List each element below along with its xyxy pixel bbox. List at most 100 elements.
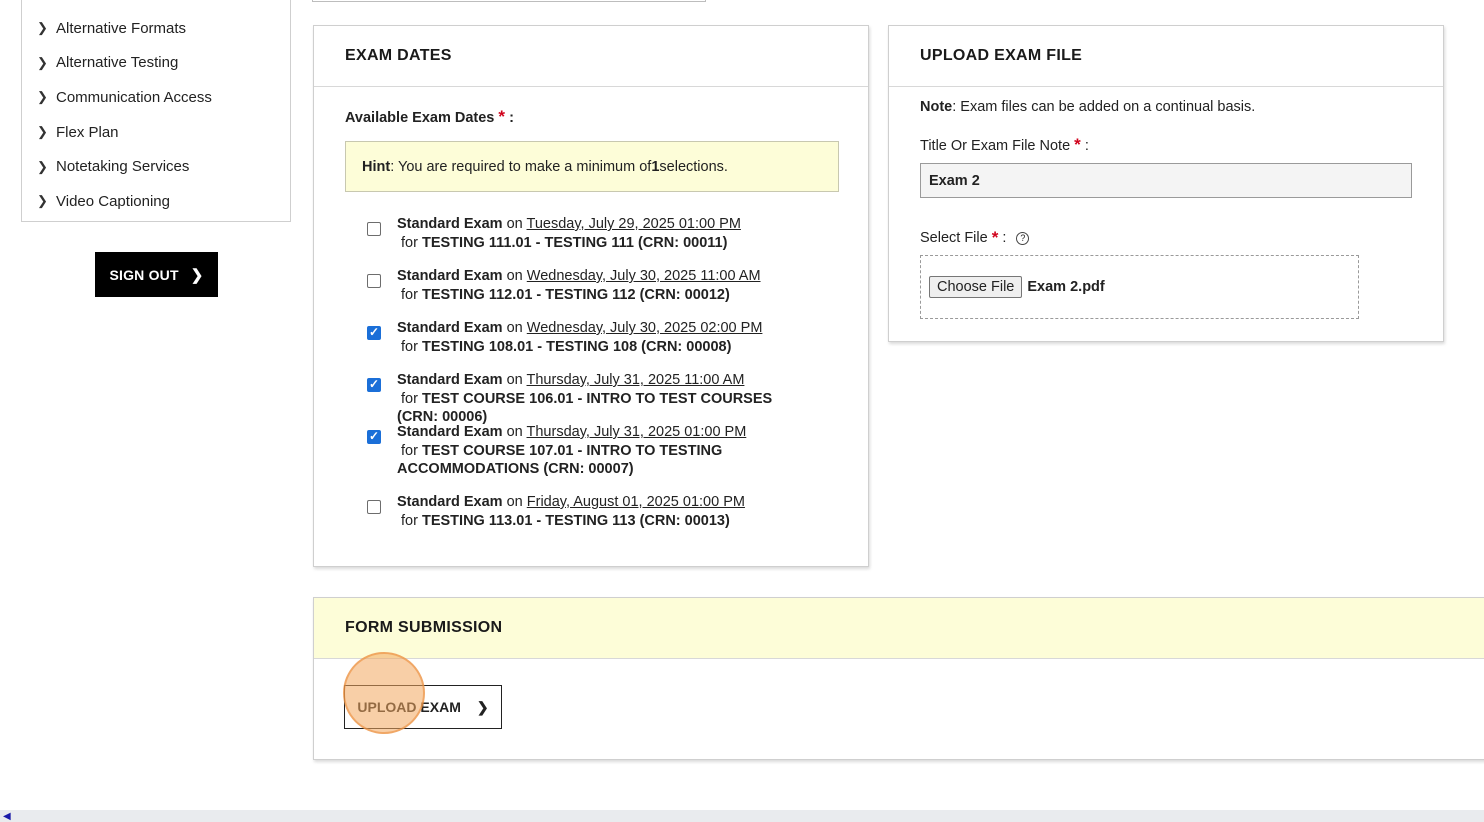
sidebar-item-notetaking-services[interactable]: ❯ Notetaking Services (22, 149, 290, 184)
title-field-label: Title Or Exam File Note * : (920, 135, 1089, 155)
exam-date-link[interactable]: Friday, August 01, 2025 01:00 PM (527, 494, 745, 510)
chevron-right-icon: ❯ (190, 266, 204, 284)
sidebar-item-label: Notetaking Services (56, 158, 190, 176)
exam-course: TESTING 113.01 - TESTING 113 (CRN: 00013… (421, 512, 730, 529)
chevron-right-icon: ❯ (37, 124, 48, 140)
exam-on-text: on (502, 320, 527, 336)
upload-exam-file-title: UPLOAD EXAM FILE (920, 47, 1083, 64)
chevron-right-icon: ❯ (37, 20, 48, 36)
exam-date-checkbox[interactable] (367, 222, 381, 236)
exam-course: TEST COURSE 106.01 - INTRO TO TEST COURS… (397, 390, 773, 426)
exam-date-option[interactable]: Standard Exam on Wednesday, July 30, 202… (367, 267, 797, 304)
exam-on-text: on (502, 372, 527, 388)
sidebar-item-alternative-testing[interactable]: ❯ Alternative Testing (22, 46, 290, 81)
exam-date-option[interactable]: Standard Exam on Tuesday, July 29, 2025 … (367, 215, 797, 252)
required-mark: * (1074, 135, 1081, 154)
choose-file-button[interactable]: Choose File (929, 276, 1023, 298)
sidebar-item-label: Flex Plan (56, 123, 119, 141)
exam-date-link[interactable]: Wednesday, July 30, 2025 11:00 AM (527, 268, 761, 284)
label-colon: : (1002, 230, 1007, 246)
available-exam-dates-text: Available Exam Dates (345, 110, 495, 126)
exam-date-description: Standard Exam on Friday, August 01, 2025… (397, 493, 797, 530)
hint-suffix: selections. (659, 158, 728, 175)
exam-date-checkbox[interactable] (367, 377, 381, 392)
required-mark: * (498, 107, 506, 126)
label-colon: : (1084, 138, 1089, 154)
sign-out-button[interactable]: SIGN OUT ❯ (95, 252, 218, 297)
chevron-right-icon: ❯ (37, 89, 48, 105)
exam-on-text: on (502, 494, 527, 510)
exam-date-option[interactable]: Standard Exam on Thursday, July 31, 2025… (367, 371, 797, 427)
chevron-right-icon: ❯ (37, 158, 48, 174)
sidebar-item-video-captioning[interactable]: ❯ Video Captioning (22, 184, 290, 219)
exam-for-text: for (397, 286, 422, 303)
file-drop-zone[interactable]: Choose File Exam 2.pdf (920, 255, 1359, 319)
exam-date-checkbox[interactable] (367, 274, 381, 288)
exam-date-checkbox[interactable] (367, 500, 381, 514)
exam-type: Standard Exam (397, 216, 503, 232)
sidebar-item-label: Alternative Formats (56, 19, 187, 37)
sidebar-item-label: Communication Access (56, 88, 212, 106)
help-icon[interactable]: ? (1016, 231, 1030, 245)
selected-file-name: Exam 2.pdf (1027, 279, 1105, 295)
exam-on-text: on (502, 424, 527, 440)
exam-date-description: Standard Exam on Wednesday, July 30, 202… (397, 319, 797, 356)
exam-type: Standard Exam (397, 320, 503, 336)
exam-course: TESTING 112.01 - TESTING 112 (CRN: 00012… (421, 286, 730, 303)
scroll-left-arrow-icon[interactable]: ◀ (3, 811, 11, 822)
exam-on-text: on (502, 216, 527, 232)
exam-on-text: on (502, 268, 527, 284)
required-mark: * (991, 228, 999, 247)
exam-date-option[interactable]: Standard Exam on Thursday, July 31, 2025… (367, 423, 797, 479)
exam-date-checkbox[interactable] (367, 325, 381, 340)
exam-date-link[interactable]: Wednesday, July 30, 2025 02:00 PM (527, 320, 763, 336)
upload-note: Note: Exam files can be added on a conti… (920, 99, 1255, 115)
exam-date-option[interactable]: Standard Exam on Friday, August 01, 2025… (367, 493, 797, 530)
exam-for-text: for (397, 338, 422, 355)
exam-type: Standard Exam (397, 424, 503, 440)
exam-type: Standard Exam (397, 372, 503, 388)
form-submission-title: FORM SUBMISSION (345, 619, 503, 636)
exam-type: Standard Exam (397, 494, 503, 510)
select-file-label-text: Select File (920, 230, 988, 246)
exam-for-text: for (397, 234, 422, 251)
exam-date-option[interactable]: Standard Exam on Wednesday, July 30, 202… (367, 319, 797, 356)
form-submission-header: FORM SUBMISSION (314, 598, 1484, 659)
exam-date-description: Standard Exam on Thursday, July 31, 2025… (397, 423, 797, 479)
exam-course: TEST COURSE 107.01 - INTRO TO TESTING AC… (397, 442, 723, 478)
chevron-right-icon: ❯ (37, 193, 48, 209)
sidebar-item-flex-plan[interactable]: ❯ Flex Plan (22, 115, 290, 150)
upload-exam-file-header: UPLOAD EXAM FILE (889, 26, 1443, 87)
chevron-right-icon: ❯ (476, 698, 489, 715)
upload-exam-button[interactable]: UPLOAD EXAM ❯ (344, 685, 502, 729)
upload-exam-file-panel: UPLOAD EXAM FILE Note: Exam files can be… (888, 25, 1444, 342)
note-text: : Exam files can be added on a continual… (952, 99, 1256, 115)
exam-date-checkbox[interactable] (367, 429, 381, 444)
exam-dates-header: EXAM DATES (314, 26, 868, 87)
sidebar-item-alternative-formats[interactable]: ❯ Alternative Formats (22, 11, 290, 46)
hint-box: Hint: You are required to make a minimum… (345, 141, 839, 192)
exam-date-description: Standard Exam on Thursday, July 31, 2025… (397, 371, 797, 427)
exam-course: TESTING 108.01 - TESTING 108 (CRN: 00008… (421, 338, 732, 355)
title-input[interactable] (920, 163, 1412, 198)
exam-for-text: for (397, 512, 422, 529)
exam-date-link[interactable]: Thursday, July 31, 2025 01:00 PM (527, 424, 747, 440)
available-exam-dates-label: Available Exam Dates * : (345, 107, 514, 127)
exam-date-link[interactable]: Tuesday, July 29, 2025 01:00 PM (527, 216, 741, 232)
exam-date-link[interactable]: Thursday, July 31, 2025 11:00 AM (527, 372, 745, 388)
select-file-label: Select File * : ? (920, 228, 1030, 248)
exam-date-description: Standard Exam on Wednesday, July 30, 202… (397, 267, 797, 304)
hint-prefix: Hint (362, 158, 391, 175)
sidebar: ❯ Alternative Formats ❯ Alternative Testin… (21, 0, 291, 222)
partial-input-field[interactable] (312, 0, 706, 2)
exam-type: Standard Exam (397, 268, 503, 284)
hint-min-count: 1 (651, 158, 660, 175)
exam-dates-title: EXAM DATES (345, 47, 452, 64)
sidebar-item-communication-access[interactable]: ❯ Communication Access (22, 80, 290, 115)
exam-for-text: for (397, 390, 422, 407)
exam-for-text: for (397, 442, 422, 459)
sidebar-item-label: Video Captioning (56, 192, 170, 210)
chevron-right-icon: ❯ (37, 54, 48, 70)
sidebar-nav: ❯ Alternative Formats ❯ Alternative Testin… (22, 0, 290, 219)
horizontal-scrollbar[interactable] (0, 810, 1484, 822)
